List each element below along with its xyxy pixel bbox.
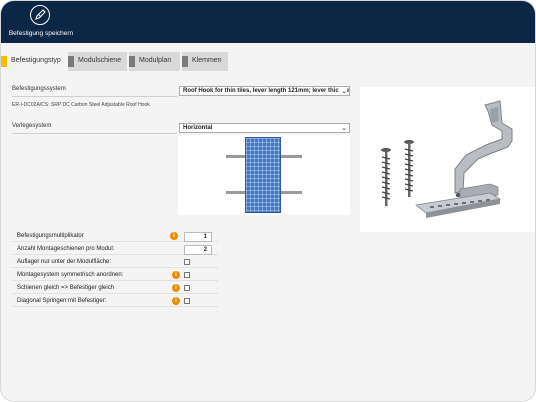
fastening-system-value: Roof Hook for thin tiles, lever length 1…: [183, 88, 350, 94]
diagonal-row: Diagonal Springen mit Befestiger: i: [12, 295, 218, 307]
rails-equal-row: Schienen gleich => Befestiger gleich i: [12, 282, 218, 294]
tab-marker: [68, 56, 74, 67]
multiplier-input[interactable]: 1: [184, 232, 212, 242]
tab-klemmen[interactable]: Klemmen: [182, 52, 228, 71]
rails-equal-label: Schienen gleich => Befestiger gleich: [17, 285, 115, 291]
diagonal-label: Diagonal Springen mit Befestiger:: [17, 298, 107, 304]
info-icon[interactable]: i: [172, 271, 180, 279]
fastening-system-select[interactable]: Roof Hook for thin tiles, lever length 1…: [179, 86, 350, 96]
roof-hook-product-image: [360, 87, 535, 232]
tab-modulplan[interactable]: Modulplan: [129, 52, 180, 71]
tab-befestigungstyp[interactable]: Befestigungstyp: [1, 52, 66, 71]
tab-label: Befestigungstyp: [11, 57, 61, 64]
save-pencil-icon: [30, 5, 50, 25]
support-under-module-label: Auflager nur unter der Modulfläche:: [17, 259, 112, 265]
rails-per-module-input[interactable]: 2: [184, 245, 212, 255]
diagonal-checkbox[interactable]: [184, 298, 190, 304]
info-icon[interactable]: i: [172, 284, 180, 292]
tab-marker: [1, 56, 7, 67]
info-icon[interactable]: i: [170, 232, 178, 240]
support-under-module-row: Auflager nur unter der Modulfläche:: [12, 256, 218, 268]
laying-system-value: Horizontal: [183, 125, 213, 131]
header-bar: Befestigung speichern: [1, 1, 535, 43]
chevron-down-icon: ⌄: [339, 87, 347, 95]
roof-hook-icon: [415, 100, 513, 218]
fastening-system-label: Befestigungssystem: [12, 86, 66, 92]
tab-modulschiene[interactable]: Modulschiene: [68, 52, 127, 71]
multiplier-label: Befestigungsmultiplikator: [17, 233, 84, 239]
app-window: Befestigung speichern Befestigungstyp Mo…: [0, 0, 536, 402]
laying-system-select[interactable]: Horizontal ⌄: [179, 123, 350, 133]
multiplier-row: Befestigungsmultiplikator i 1: [12, 230, 218, 242]
divider: [12, 133, 177, 134]
tab-marker: [182, 56, 188, 67]
save-fastening-button[interactable]: Befestigung speichern: [4, 3, 78, 41]
symmetric-checkbox[interactable]: [184, 272, 190, 278]
rails-per-module-row: Anzahl Montageschienen pro Modul: 2: [12, 243, 218, 255]
tab-label: Klemmen: [192, 57, 222, 64]
chevron-down-icon: ⌄: [339, 124, 347, 132]
rails-per-module-label: Anzahl Montageschienen pro Modul:: [17, 246, 115, 252]
info-icon[interactable]: i: [172, 297, 180, 305]
symmetric-label: Montagesystem symmetrisch anordnen:: [17, 272, 124, 278]
rails-equal-checkbox[interactable]: [184, 285, 190, 291]
tab-label: Modulschiene: [78, 57, 122, 64]
solar-panel: [245, 137, 281, 213]
fastening-description: ER-I-DC02A/CS: SRP DC Carbon Steel Adjus…: [12, 102, 150, 108]
laying-diagram: [178, 135, 350, 215]
save-label: Befestigung speichern: [8, 30, 74, 37]
tab-marker: [129, 56, 135, 67]
divider: [12, 96, 177, 97]
symmetric-row: Montagesystem symmetrisch anordnen: i: [12, 269, 218, 281]
support-under-module-checkbox[interactable]: [184, 259, 190, 265]
laying-system-label: Verlegesystem: [12, 123, 52, 129]
screw-icon: [381, 140, 414, 206]
tab-label: Modulplan: [139, 57, 172, 64]
